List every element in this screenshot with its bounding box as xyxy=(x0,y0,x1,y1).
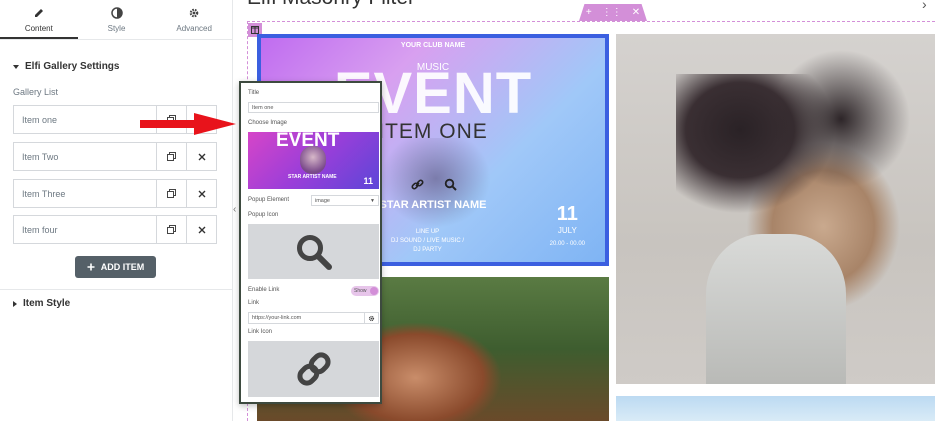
link-icon[interactable] xyxy=(411,178,424,191)
section-title: Elfi Gallery Settings xyxy=(25,61,120,72)
caret-down-icon: ▼ xyxy=(370,197,375,204)
chevron-icon[interactable]: › xyxy=(922,0,927,12)
repeater-item: Item Two xyxy=(13,142,217,171)
tab-advanced[interactable]: Advanced xyxy=(155,0,233,39)
event-club-name: YOUR CLUB NAME xyxy=(400,42,466,49)
popup-icon-chooser[interactable] xyxy=(248,224,379,279)
repeater-item-title[interactable]: Item four xyxy=(14,216,156,243)
collapse-panel-icon[interactable]: ‹ xyxy=(233,204,236,215)
remove-button[interactable] xyxy=(186,216,216,243)
delete-section-icon[interactable]: ✕ xyxy=(632,7,640,18)
copy-icon xyxy=(167,152,176,161)
caret-right-icon xyxy=(13,300,17,307)
popup-icon-label: Popup Icon xyxy=(248,212,279,218)
choose-image-label: Choose Image xyxy=(248,120,288,126)
duplicate-button[interactable] xyxy=(156,216,186,243)
event-lineup-line: DJ PARTY xyxy=(413,247,442,253)
repeater-item: Item four xyxy=(13,215,217,244)
link-label: Link xyxy=(248,300,260,306)
link-input[interactable]: https://your-link.com xyxy=(249,313,364,323)
columns-icon xyxy=(251,26,259,34)
gallery-item-photo[interactable] xyxy=(616,34,935,384)
popup-element-value: image xyxy=(315,197,330,204)
search-icon xyxy=(296,234,332,270)
thumb-title: EVENT xyxy=(276,132,340,151)
section-toggle-gallery-settings[interactable]: Elfi Gallery Settings xyxy=(13,61,119,72)
event-month: JULY xyxy=(557,226,577,235)
title-input[interactable]: Item one xyxy=(248,102,379,113)
repeater-item-title[interactable]: Item one xyxy=(14,106,156,133)
contrast-icon xyxy=(110,6,124,20)
title-label: Title xyxy=(248,90,260,96)
event-date: 11 JULY 20.00 - 00.00 xyxy=(550,203,585,247)
section-handle[interactable]: + ⋮⋮ ✕ xyxy=(579,4,647,21)
toggle-label: Show xyxy=(354,288,367,294)
close-icon xyxy=(198,190,205,197)
link-icon-label: Link Icon xyxy=(248,329,273,335)
add-item-label: ADD ITEM xyxy=(100,262,145,272)
tab-advanced-label: Advanced xyxy=(176,24,212,33)
overlay-icons xyxy=(411,178,457,191)
section-outline xyxy=(247,21,935,22)
tab-content-label: Content xyxy=(24,24,53,33)
link-field: https://your-link.com xyxy=(248,312,379,324)
search-icon[interactable] xyxy=(444,178,457,191)
photo-detail xyxy=(766,44,916,194)
gallery-list-label: Gallery List xyxy=(13,87,59,97)
enable-link-toggle[interactable]: Show xyxy=(351,286,379,296)
link-icon-chooser[interactable] xyxy=(248,341,379,397)
add-section-icon[interactable]: + xyxy=(586,7,592,18)
image-chooser[interactable]: EVENT STAR ARTIST NAME 11 xyxy=(248,132,379,189)
copy-icon xyxy=(167,189,176,198)
event-day: 11 xyxy=(556,203,578,225)
pencil-icon xyxy=(32,6,46,20)
event-time: 20.00 - 00.00 xyxy=(549,241,585,247)
repeater-item-title[interactable]: Item Three xyxy=(14,180,156,207)
toggle-knob xyxy=(370,287,378,295)
close-icon xyxy=(198,226,205,233)
tab-style[interactable]: Style xyxy=(78,0,156,39)
remove-button[interactable] xyxy=(186,180,216,207)
thumb-number: 11 xyxy=(363,176,373,186)
photo-detail xyxy=(706,234,846,384)
add-item-button[interactable]: ADD ITEM xyxy=(75,256,156,278)
event-lineup-label: LINE UP xyxy=(415,229,440,235)
gear-icon xyxy=(187,6,201,20)
gallery-item-photo[interactable] xyxy=(616,396,935,421)
panel-tabs: Content Style Advanced xyxy=(0,0,233,40)
editor-panel: Content Style Advanced Elfi Gallery Sett… xyxy=(0,0,233,421)
gear-icon xyxy=(368,315,375,321)
popup-element-select[interactable]: image ▼ xyxy=(311,195,379,206)
duplicate-button[interactable] xyxy=(156,143,186,170)
caret-down-icon xyxy=(13,64,19,69)
popup-element-label: Popup Element xyxy=(248,197,290,203)
tab-style-label: Style xyxy=(107,24,126,33)
item-edit-popup: Title Item one Choose Image EVENT STAR A… xyxy=(239,81,382,404)
event-lineup-line: DJ SOUND / LIVE MUSIC / xyxy=(391,238,465,244)
red-arrow-annotation xyxy=(140,113,236,135)
page-title: Elfi Masonry Filter xyxy=(247,0,415,10)
section-toggle-item-style[interactable]: Item Style xyxy=(13,298,70,309)
section-title-item-style: Item Style xyxy=(23,298,71,309)
repeater-item-title[interactable]: Item Two xyxy=(14,143,156,170)
event-lineup: LINE UP DJ SOUND / LIVE MUSIC / DJ PARTY xyxy=(391,228,464,255)
repeater-item: Item Three xyxy=(13,179,217,208)
drag-handle-icon[interactable]: ⋮⋮ xyxy=(602,7,622,18)
divider xyxy=(0,289,233,290)
close-icon xyxy=(198,153,205,160)
duplicate-button[interactable] xyxy=(156,180,186,207)
plus-icon xyxy=(87,263,95,271)
tab-content[interactable]: Content xyxy=(0,0,78,39)
thumb-star: STAR ARTIST NAME xyxy=(288,174,337,180)
remove-button[interactable] xyxy=(186,143,216,170)
link-icon xyxy=(296,352,331,386)
enable-link-label: Enable Link xyxy=(248,287,280,293)
link-options-button[interactable] xyxy=(364,313,378,323)
copy-icon xyxy=(167,225,176,234)
